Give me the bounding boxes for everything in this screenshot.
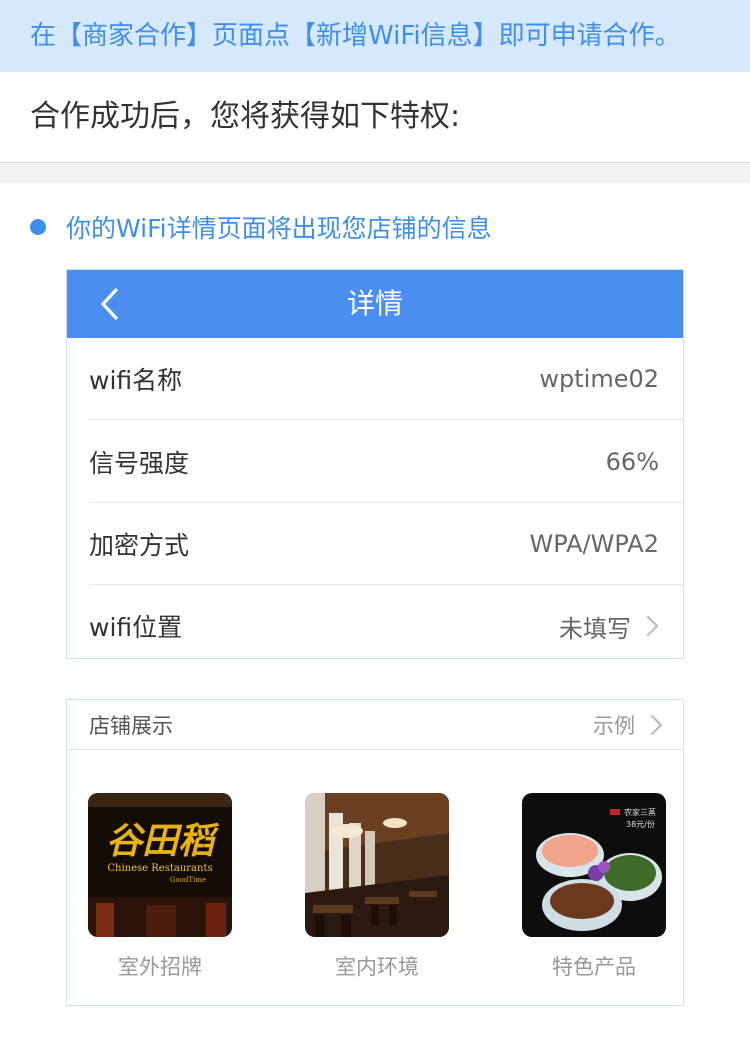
back-arrow-icon[interactable] (91, 284, 131, 324)
benefit-item: 你的WiFi详情页面将出现您店铺的信息 (30, 205, 492, 249)
benefit-text: 你的WiFi详情页面将出现您店铺的信息 (66, 214, 492, 243)
menu-title-text: 农家三蒸 (624, 807, 656, 817)
detail-title: 详情 (346, 287, 403, 320)
caption-outdoor: 室外招牌 (118, 955, 202, 979)
caption-interior: 室内环境 (335, 955, 419, 979)
chevron-right-icon (650, 714, 663, 735)
intro-text: 合作成功后，您将获得如下特权: (0, 72, 750, 163)
interior-photo[interactable] (305, 793, 449, 937)
shop-display-title: 店铺展示 (89, 713, 173, 738)
row-label: wifi名称 (89, 365, 183, 395)
row-wifi-location[interactable]: wifi位置 未填写 (89, 585, 683, 667)
sign-sub-text: GoodTime (170, 876, 206, 884)
row-value: WPA/WPA2 (529, 529, 659, 558)
featured-product-photo[interactable]: 农家三蒸 38元/份 (522, 793, 666, 937)
row-value: 未填写 (559, 614, 631, 643)
row-label: 加密方式 (89, 530, 190, 560)
example-label: 示例 (593, 713, 635, 738)
menu-price-text: 38元/份 (626, 819, 655, 829)
shop-display-card: 店铺展示 示例 谷田稻 Chinese Restaurants GoodTime… (66, 699, 684, 1006)
section-divider (0, 163, 750, 183)
row-value: wptime02 (539, 364, 659, 393)
sign-english-text: Chinese Restaurants (107, 863, 212, 874)
row-label: 信号强度 (89, 448, 190, 478)
chevron-right-icon (646, 615, 659, 637)
sign-chinese-text: 谷田稻 (106, 820, 220, 862)
caption-featured: 特色产品 (552, 955, 636, 979)
example-link[interactable]: 示例 (593, 710, 663, 740)
bullet-dot-icon (30, 219, 46, 235)
shop-display-header: 店铺展示 示例 (67, 700, 683, 750)
row-value-wrap: 未填写 (559, 609, 659, 644)
row-wifi-name: wifi名称 wptime02 (89, 338, 683, 420)
row-value: 66% (605, 447, 659, 476)
row-encryption: 加密方式 WPA/WPA2 (89, 503, 683, 585)
row-label: wifi位置 (89, 613, 183, 642)
row-signal-strength: 信号强度 66% (89, 421, 683, 503)
wifi-detail-preview: 详情 wifi名称 wptime02 信号强度 66% 加密方式 WPA/WPA… (66, 269, 684, 659)
detail-header: 详情 (67, 270, 683, 338)
outdoor-sign-photo[interactable]: 谷田稻 Chinese Restaurants GoodTime (88, 793, 232, 937)
notice-banner: 在【商家合作】页面点【新增WiFi信息】即可申请合作。 (0, 0, 750, 72)
